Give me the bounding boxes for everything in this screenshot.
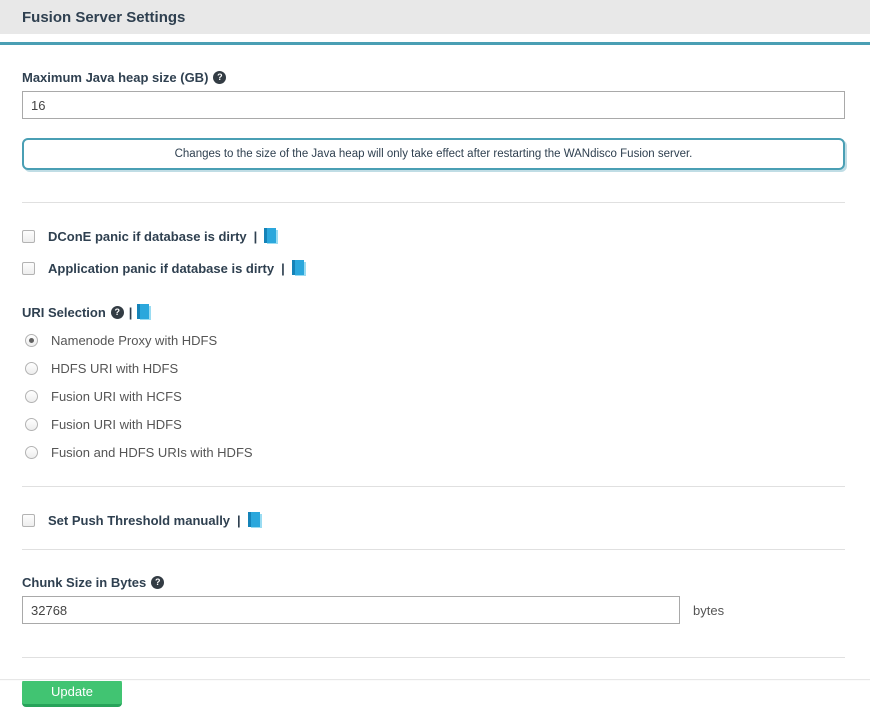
dcone-panic-label: DConE panic if database is dirty [48,229,247,244]
section-divider [22,486,845,487]
chunk-size-input[interactable] [22,596,680,624]
chunk-size-label: Chunk Size in Bytes [22,575,146,590]
dcone-panic-row: DConE panic if database is dirty | [22,228,845,244]
uri-option-label: Fusion URI with HCFS [51,389,182,404]
doc-book-icon[interactable] [292,260,306,276]
heap-size-input[interactable] [22,91,845,119]
panel-header: Fusion Server Settings [0,0,870,34]
uri-option-hdfs-uri: HDFS URI with HDFS [25,361,845,376]
radio-button[interactable] [25,390,38,403]
settings-form: Maximum Java heap size (GB) ? Changes to… [0,70,870,707]
help-icon[interactable]: ? [151,576,164,589]
app-panic-row: Application panic if database is dirty | [22,260,845,276]
uri-option-fusion-uri-hcfs: Fusion URI with HCFS [25,389,845,404]
heap-restart-notice: Changes to the size of the Java heap wil… [22,138,845,170]
pipe-separator: | [281,261,285,276]
doc-book-icon[interactable] [264,228,278,244]
pipe-separator: | [129,305,133,320]
app-panic-label: Application panic if database is dirty [48,261,274,276]
uri-option-label: Fusion URI with HDFS [51,417,182,432]
uri-option-fusion-uri-hdfs: Fusion URI with HDFS [25,417,845,432]
update-button[interactable]: Update [22,679,122,707]
uri-selection-label-row: URI Selection ? | [22,304,845,320]
section-divider [22,549,845,550]
heap-size-label-row: Maximum Java heap size (GB) ? [22,70,845,85]
doc-book-icon[interactable] [248,512,262,528]
page-title: Fusion Server Settings [22,9,185,26]
chunk-size-unit: bytes [693,603,724,618]
push-threshold-checkbox[interactable] [22,514,35,527]
uri-selection-label: URI Selection [22,305,106,320]
section-divider [22,202,845,203]
uri-option-label: HDFS URI with HDFS [51,361,178,376]
uri-option-label: Namenode Proxy with HDFS [51,333,217,348]
heap-size-label: Maximum Java heap size (GB) [22,70,208,85]
radio-button[interactable] [25,418,38,431]
pipe-separator: | [254,229,258,244]
notice-text: Changes to the size of the Java heap wil… [175,148,693,160]
chunk-size-input-row: bytes [22,596,845,624]
doc-book-icon[interactable] [137,304,151,320]
app-panic-checkbox[interactable] [22,262,35,275]
uri-option-fusion-and-hdfs: Fusion and HDFS URIs with HDFS [25,445,845,460]
help-icon[interactable]: ? [213,71,226,84]
chunk-size-label-row: Chunk Size in Bytes ? [22,575,845,590]
section-divider [22,657,845,658]
push-threshold-row: Set Push Threshold manually | [22,512,845,528]
radio-button[interactable] [25,334,38,347]
header-accent-rule [0,42,870,45]
push-threshold-label: Set Push Threshold manually [48,513,230,528]
uri-option-namenode-proxy: Namenode Proxy with HDFS [25,333,845,348]
help-icon[interactable]: ? [111,306,124,319]
pipe-separator: | [237,513,241,528]
radio-button[interactable] [25,446,38,459]
dcone-panic-checkbox[interactable] [22,230,35,243]
radio-button[interactable] [25,362,38,375]
uri-option-label: Fusion and HDFS URIs with HDFS [51,445,253,460]
